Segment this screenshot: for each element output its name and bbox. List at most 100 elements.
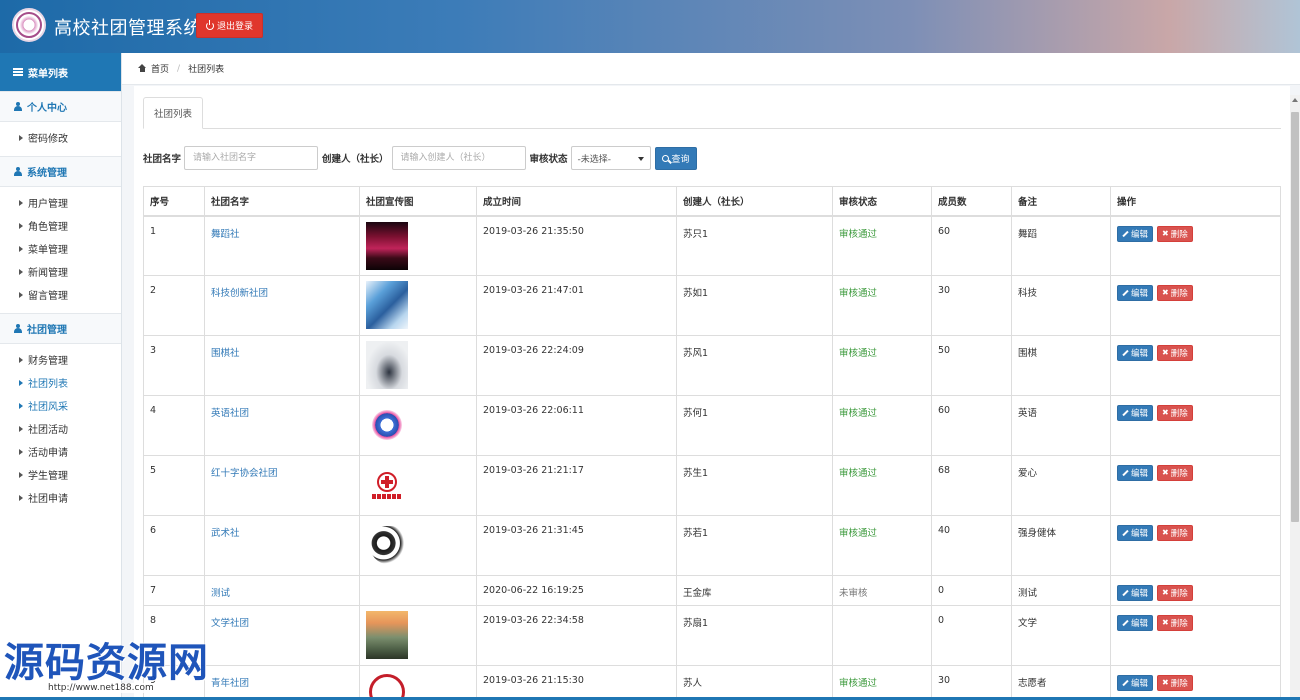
cell-members: 0: [931, 575, 1012, 606]
sidebar-group[interactable]: 社团管理: [0, 313, 121, 344]
query-button[interactable]: 查询: [654, 146, 697, 170]
cell-creator: 苏风1: [676, 335, 833, 396]
delete-button[interactable]: ✖ 删除: [1157, 465, 1193, 481]
edit-button[interactable]: 编辑: [1117, 615, 1154, 631]
cell-status: 审核通过: [832, 395, 932, 456]
tab-bar: 社团列表: [143, 97, 1281, 129]
scrollbar-thumb[interactable]: [1291, 112, 1299, 522]
sidebar-heading: 菜单列表: [0, 53, 121, 91]
club-name-input[interactable]: [184, 146, 319, 170]
cell-status: [832, 605, 932, 666]
sidebar-item[interactable]: 新闻管理: [0, 260, 121, 283]
cell-time: 2019-03-26 21:35:50: [476, 215, 677, 276]
delete-button[interactable]: ✖ 删除: [1157, 585, 1193, 601]
caret-right-icon: [19, 425, 23, 432]
sidebar-item[interactable]: 菜单管理: [0, 237, 121, 260]
edit-button[interactable]: 编辑: [1117, 405, 1154, 421]
close-icon: ✖: [1162, 228, 1169, 238]
club-name-link[interactable]: 测试: [211, 588, 230, 599]
status-select-value: -未选择-: [577, 154, 612, 165]
pencil-icon: [1122, 619, 1129, 627]
edit-button[interactable]: 编辑: [1117, 525, 1154, 541]
pencil-icon: [1122, 529, 1129, 537]
scroll-up-icon[interactable]: [1292, 98, 1298, 102]
club-name-link[interactable]: 红十字协会社团: [211, 468, 278, 479]
sidebar-item[interactable]: 社团风采: [0, 394, 121, 417]
delete-button[interactable]: ✖ 删除: [1157, 225, 1193, 242]
cell-note: 爱心: [1011, 455, 1111, 516]
cell-creator: 苏生1: [676, 455, 833, 516]
breadcrumb-home[interactable]: 首页: [151, 62, 169, 75]
cell-note: 文学: [1011, 605, 1111, 666]
sidebar-item[interactable]: 学生管理: [0, 463, 121, 486]
pencil-icon: [1122, 679, 1129, 687]
delete-button[interactable]: ✖ 删除: [1157, 285, 1193, 301]
table-row: 2 科技创新社团 2019-03-26 21:47:01 苏如1 审核通过 30 科技 编辑 ✖…: [143, 275, 1281, 336]
cell-time: 2019-03-26 22:06:11: [476, 395, 677, 456]
creator-input[interactable]: [391, 146, 526, 170]
caret-right-icon: [19, 356, 23, 363]
cell-no: 7: [143, 575, 205, 606]
sidebar-item[interactable]: 密码修改: [0, 126, 121, 149]
sidebar-item[interactable]: 社团申请: [0, 486, 121, 509]
sidebar-item[interactable]: 活动申请: [0, 440, 121, 463]
edit-button[interactable]: 编辑: [1117, 675, 1154, 691]
sidebar-group[interactable]: 个人中心: [0, 91, 121, 122]
status-select[interactable]: -未选择-: [570, 146, 651, 170]
cell-no: 1: [143, 215, 205, 276]
cell-time: 2019-03-26 22:34:58: [476, 605, 677, 666]
edit-button[interactable]: 编辑: [1117, 345, 1154, 361]
club-name-link[interactable]: 科技创新社团: [211, 288, 268, 299]
cell-status: 审核通过: [832, 335, 932, 396]
sidebar-item[interactable]: 角色管理: [0, 214, 121, 237]
club-name-link[interactable]: 武术社: [211, 528, 240, 539]
tab-club-list[interactable]: 社团列表: [143, 97, 203, 129]
club-name-link[interactable]: 青年社团: [211, 678, 249, 689]
delete-button[interactable]: ✖ 删除: [1157, 615, 1193, 631]
club-poster-image: [366, 341, 408, 389]
logout-button[interactable]: 退出登录: [196, 13, 264, 38]
top-header: 高校社团管理系统 退出登录: [0, 0, 1300, 53]
col-header: 成立时间: [476, 186, 677, 217]
delete-button[interactable]: ✖ 删除: [1157, 345, 1193, 361]
col-header: 社团宣传图: [359, 186, 477, 217]
close-icon: ✖: [1162, 468, 1169, 477]
club-name-link[interactable]: 围棋社: [211, 348, 240, 359]
sidebar-item[interactable]: 社团列表: [0, 371, 121, 394]
close-icon: ✖: [1162, 348, 1169, 357]
col-header: 审核状态: [832, 186, 932, 217]
sidebar-group[interactable]: 系统管理: [0, 156, 121, 187]
edit-button[interactable]: 编辑: [1117, 585, 1154, 601]
sidebar-item[interactable]: 财务管理: [0, 348, 121, 371]
search-form: 社团名字 创建人（社长） 审核状态 -未选择- 查询: [143, 146, 697, 170]
cell-note: 英语: [1011, 395, 1111, 456]
breadcrumb: 首页 / 社团列表: [122, 53, 1300, 85]
club-poster-image: [366, 611, 408, 659]
delete-button[interactable]: ✖ 删除: [1157, 525, 1193, 541]
app-title: 高校社团管理系统: [54, 18, 202, 39]
sidebar-item[interactable]: 留言管理: [0, 283, 121, 306]
table-header-row: 序号 社团名字 社团宣传图 成立时间 创建人（社长） 审核状态 成员数 备注 操…: [143, 186, 1281, 217]
edit-button[interactable]: 编辑: [1117, 285, 1154, 301]
cell-note: 志愿者: [1011, 665, 1111, 700]
close-icon: ✖: [1162, 528, 1169, 537]
cell-members: 30: [931, 275, 1012, 336]
cell-members: 0: [931, 605, 1012, 666]
status-label: 审核状态: [529, 154, 568, 165]
sidebar-item[interactable]: 用户管理: [0, 191, 121, 214]
delete-button[interactable]: ✖ 删除: [1157, 675, 1193, 691]
main-panel: 社团列表 社团名字 创建人（社长） 审核状态 -未选择- 查询 序号 社团名字 …: [134, 86, 1290, 700]
club-name-link[interactable]: 文学社团: [211, 618, 249, 629]
club-name-link[interactable]: 英语社团: [211, 408, 249, 419]
edit-button[interactable]: 编辑: [1117, 225, 1154, 242]
edit-button[interactable]: 编辑: [1117, 465, 1154, 481]
cell-creator: 苏扇1: [676, 605, 833, 666]
logout-label: 退出登录: [217, 22, 254, 32]
club-name-link[interactable]: 舞蹈社: [211, 229, 240, 240]
cell-no: 6: [143, 515, 205, 576]
delete-button[interactable]: ✖ 删除: [1157, 405, 1193, 421]
cell-members: 60: [931, 395, 1012, 456]
school-logo-icon: [12, 8, 46, 42]
cell-members: 68: [931, 455, 1012, 516]
sidebar-item[interactable]: 社团活动: [0, 417, 121, 440]
